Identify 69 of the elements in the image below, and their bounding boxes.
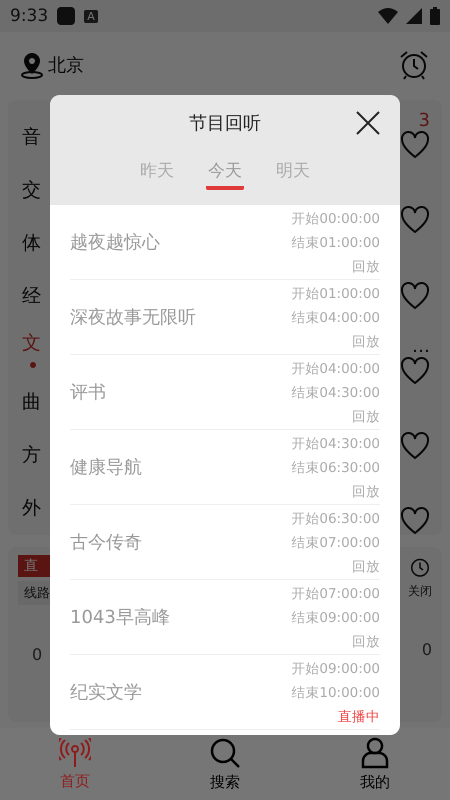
person-icon [361, 736, 389, 768]
status-time: 9:33 [10, 6, 48, 26]
dialog-title: 节目回听 [189, 112, 261, 135]
location-pin-icon[interactable] [20, 51, 44, 79]
search-icon [209, 736, 241, 768]
program-title[interactable]: 越夜越惊心 [70, 230, 292, 254]
category-tab[interactable]: 曲 [22, 389, 41, 416]
end-time: 结束10:00:00 [291, 684, 380, 702]
battery-icon [430, 7, 440, 25]
station-text: … [412, 336, 430, 357]
replay-link[interactable]: 回放 [352, 258, 380, 276]
city-label[interactable]: 北京 [48, 53, 84, 77]
close-button[interactable] [354, 109, 382, 137]
program-title[interactable]: 健康导航 [70, 455, 292, 479]
nav-tab[interactable]: 搜索 [190, 736, 260, 792]
heart-icon[interactable] [400, 356, 430, 385]
start-time: 开始01:00:00 [291, 285, 380, 303]
app-notification-icon [56, 6, 76, 26]
day-tab[interactable]: 昨天 [138, 159, 176, 190]
category-tab[interactable]: 交 [22, 176, 41, 203]
time-reading: 0 [31, 645, 44, 664]
notification-icon: A [84, 10, 98, 22]
category-tab[interactable]: 文 [22, 330, 41, 356]
broadcast-icon [59, 738, 91, 768]
program-title[interactable]: 深夜故事无限听 [70, 305, 292, 329]
signal-icon [406, 8, 422, 24]
category-tab[interactable]: 经 [22, 282, 41, 309]
day-tab[interactable]: 今天 [206, 159, 244, 190]
close-icon [356, 111, 380, 135]
end-time: 结束04:30:00 [291, 384, 380, 402]
start-time: 开始07:00:00 [291, 585, 380, 603]
heart-icon[interactable] [400, 507, 430, 536]
replay-link[interactable]: 回放 [352, 558, 380, 576]
wifi-icon [378, 8, 398, 24]
time-reading: 0 [420, 640, 432, 659]
timer-label[interactable]: 关闭 [408, 583, 432, 600]
nav-tab[interactable]: 首页 [40, 738, 110, 790]
station-text: 3 [418, 110, 430, 132]
end-time: 结束06:30:00 [291, 459, 380, 477]
replay-link[interactable]: 回放 [352, 483, 380, 501]
end-time: 结束07:00:00 [291, 534, 380, 552]
alarm-clock-icon[interactable] [398, 49, 430, 81]
category-tab[interactable]: 方 [22, 442, 41, 468]
program-title[interactable]: 纪实文学 [70, 680, 292, 704]
start-time: 开始06:30:00 [291, 510, 380, 528]
nav-tab[interactable]: 我的 [340, 736, 410, 792]
heart-icon[interactable] [400, 206, 430, 234]
heart-icon[interactable] [400, 131, 430, 160]
start-time: 开始00:00:00 [291, 210, 380, 228]
replay-link[interactable]: 回放 [352, 333, 380, 351]
start-time: 开始04:30:00 [291, 435, 380, 453]
heart-icon[interactable] [400, 432, 430, 460]
selected-dot [30, 362, 36, 368]
day-tab[interactable]: 明天 [274, 159, 312, 190]
heart-icon[interactable] [400, 282, 430, 310]
category-tab[interactable]: 体 [22, 230, 41, 256]
replay-link[interactable]: 回放 [352, 408, 380, 426]
program-title[interactable]: 评书 [70, 380, 292, 404]
replay-link[interactable]: 回放 [352, 633, 380, 651]
start-time: 开始09:00:00 [291, 660, 380, 678]
end-time: 结束01:00:00 [291, 234, 380, 252]
end-time: 结束04:00:00 [291, 309, 380, 327]
end-time: 结束09:00:00 [291, 609, 380, 627]
category-tab[interactable]: 外 [22, 495, 41, 522]
category-tab[interactable]: 音 [22, 124, 41, 150]
program-title[interactable]: 1043早高峰 [70, 605, 292, 629]
program-title[interactable]: 古今传奇 [70, 530, 292, 554]
live-status: 直播中 [338, 708, 380, 726]
start-time: 开始04:00:00 [291, 360, 380, 378]
